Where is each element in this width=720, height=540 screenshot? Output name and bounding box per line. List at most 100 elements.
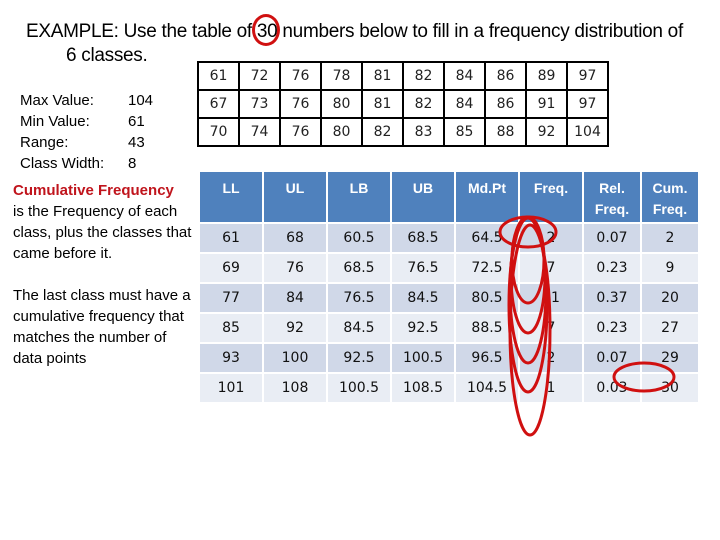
stat-min: Min Value: 61 <box>20 113 145 130</box>
class-cell: 7 <box>520 254 582 282</box>
class-cell: 100.5 <box>328 374 390 402</box>
class-cell: 76.5 <box>392 254 454 282</box>
raw-data-cell: 84 <box>443 61 486 91</box>
summary-stats: Max Value: 104 Min Value: 61 Range: 43 Clas… <box>20 90 153 174</box>
class-cell: 9 <box>642 254 698 282</box>
raw-data-cell: 89 <box>525 61 568 91</box>
class-cell: 77 <box>200 284 262 312</box>
title-text-end: numbers below to fill in a frequency dis… <box>277 21 683 42</box>
class-row: 61 68 60.5 68.5 64.5 2 0.07 2 <box>200 224 698 252</box>
class-cell: 76.5 <box>328 284 390 312</box>
class-cell: 60.5 <box>328 224 390 252</box>
raw-data-cell: 76 <box>279 117 322 147</box>
class-cell: 92 <box>264 314 326 342</box>
class-row: 101 108 100.5 108.5 104.5 1 0.03 30 <box>200 374 698 402</box>
raw-data-cell: 81 <box>361 89 404 119</box>
raw-data-row: 61 72 76 78 81 82 84 86 89 97 <box>197 61 609 91</box>
class-cell: 96.5 <box>456 344 518 372</box>
class-cell: 68 <box>264 224 326 252</box>
raw-data-cell: 80 <box>320 117 363 147</box>
raw-data-row: 70 74 76 80 82 83 85 88 92 104 <box>197 117 609 147</box>
explanation-notes: Cumulative Frequency is the Frequency of … <box>13 180 193 390</box>
class-cell: 69 <box>200 254 262 282</box>
raw-data-cell: 86 <box>484 61 527 91</box>
class-cell: 68.5 <box>392 224 454 252</box>
class-row: 77 84 76.5 84.5 80.5 11 0.37 20 <box>200 284 698 312</box>
stat-class-width: Class Width: 8 <box>20 155 137 172</box>
class-cell: 7 <box>520 314 582 342</box>
raw-data-cell: 82 <box>361 117 404 147</box>
class-cell: 64.5 <box>456 224 518 252</box>
class-cell: 80.5 <box>456 284 518 312</box>
raw-data-cell: 78 <box>320 61 363 91</box>
class-cell: 76 <box>264 254 326 282</box>
class-cell: 0.23 <box>584 254 640 282</box>
raw-data-cell: 97 <box>566 61 609 91</box>
class-cell: 92.5 <box>392 314 454 342</box>
stat-max: Max Value: 104 <box>20 92 154 109</box>
class-row: 69 76 68.5 76.5 72.5 7 0.23 9 <box>200 254 698 282</box>
class-cell: 30 <box>642 374 698 402</box>
class-cell: 0.03 <box>584 374 640 402</box>
stat-range: Range: 43 <box>20 134 145 151</box>
class-cell: 0.37 <box>584 284 640 312</box>
raw-data-cell: 74 <box>238 117 281 147</box>
class-cell: 2 <box>642 224 698 252</box>
raw-data-cell: 80 <box>320 89 363 119</box>
class-cell: 0.07 <box>584 344 640 372</box>
raw-data-cell: 81 <box>361 61 404 91</box>
class-cell: 0.23 <box>584 314 640 342</box>
class-cell: 88.5 <box>456 314 518 342</box>
column-header: Md.Pt <box>456 172 518 222</box>
class-cell: 104.5 <box>456 374 518 402</box>
raw-data-cell: 85 <box>443 117 486 147</box>
column-header: Rel. Freq. <box>584 172 640 222</box>
raw-data-cell: 76 <box>279 61 322 91</box>
class-cell: 84.5 <box>328 314 390 342</box>
raw-data-cell: 86 <box>484 89 527 119</box>
class-cell: 101 <box>200 374 262 402</box>
class-cell: 29 <box>642 344 698 372</box>
class-cell: 100.5 <box>392 344 454 372</box>
class-cell: 85 <box>200 314 262 342</box>
cumulative-rule: The last class must have a cumulative fr… <box>13 287 191 367</box>
cumulative-definition: Cumulative Frequency is the Frequency of … <box>13 182 192 262</box>
raw-data-cell: 88 <box>484 117 527 147</box>
raw-data-cell: 76 <box>279 89 322 119</box>
class-cell: 93 <box>200 344 262 372</box>
column-header: UB <box>392 172 454 222</box>
highlight-term: Cumulative Frequency <box>13 182 174 199</box>
raw-data-cell: 97 <box>566 89 609 119</box>
column-header: LL <box>200 172 262 222</box>
title-text-start: EXAMPLE: Use the table of <box>26 21 257 42</box>
raw-data-cell: 61 <box>197 61 240 91</box>
class-cell: 11 <box>520 284 582 312</box>
class-cell: 84 <box>264 284 326 312</box>
raw-data-cell: 91 <box>525 89 568 119</box>
raw-data-table: 61 72 76 78 81 82 84 86 89 97 67 73 76 80 81 82 84 86 91 97… <box>197 61 609 147</box>
class-cell: 2 <box>520 344 582 372</box>
circled-count: 30 <box>251 14 280 46</box>
class-row: 93 100 92.5 100.5 96.5 2 0.07 29 <box>200 344 698 372</box>
raw-data-cell: 72 <box>238 61 281 91</box>
raw-data-cell: 84 <box>443 89 486 119</box>
class-cell: 108 <box>264 374 326 402</box>
class-cell: 27 <box>642 314 698 342</box>
class-cell: 68.5 <box>328 254 390 282</box>
column-header: Freq. <box>520 172 582 222</box>
column-header: LB <box>328 172 390 222</box>
class-cell: 72.5 <box>456 254 518 282</box>
raw-data-cell: 82 <box>402 61 445 91</box>
raw-data-cell: 67 <box>197 89 240 119</box>
column-header: Cum. Freq. <box>642 172 698 222</box>
class-row: 85 92 84.5 92.5 88.5 7 0.23 27 <box>200 314 698 342</box>
class-cell: 2 <box>520 224 582 252</box>
class-cell: 20 <box>642 284 698 312</box>
raw-data-cell: 70 <box>197 117 240 147</box>
frequency-distribution-table: LL UL LB UB Md.Pt Freq. Rel. Freq. Cum. Freq. 6… <box>198 170 700 404</box>
class-cell: 108.5 <box>392 374 454 402</box>
raw-data-row: 67 73 76 80 81 82 84 86 91 97 <box>197 89 609 119</box>
column-header: UL <box>264 172 326 222</box>
class-cell: 84.5 <box>392 284 454 312</box>
class-cell: 1 <box>520 374 582 402</box>
